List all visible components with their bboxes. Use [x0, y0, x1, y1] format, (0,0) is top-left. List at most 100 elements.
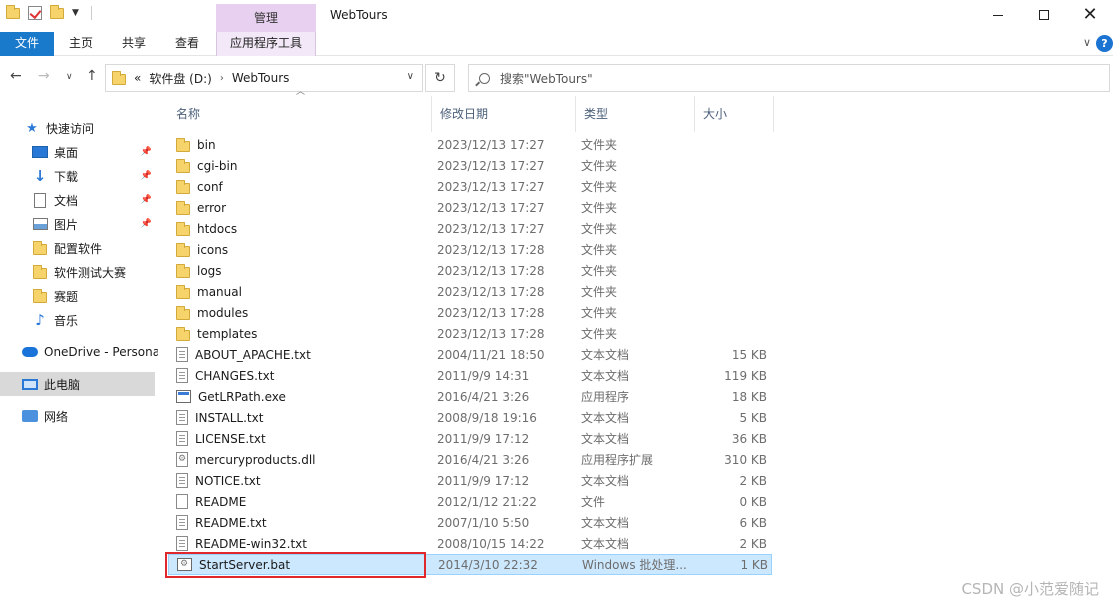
close-button[interactable]: ✕ [1067, 0, 1113, 30]
address-history-chevron-icon[interactable]: ∨ [407, 71, 414, 82]
contextual-tab-manage[interactable]: 管理 [216, 4, 316, 32]
file-name-cell[interactable]: cgi-bin [176, 158, 428, 173]
file-name-cell[interactable]: CHANGES.txt [176, 368, 428, 383]
file-type: 文件夹 [581, 222, 618, 236]
file-row[interactable]: templates 2023/12/13 17:28 文件夹 [168, 323, 772, 344]
file-name: ABOUT_APACHE.txt [195, 347, 311, 362]
sidebar-item-onedrive[interactable]: OneDrive - Persona [0, 340, 158, 364]
folder-icon [176, 200, 190, 215]
file-row[interactable]: conf 2023/12/13 17:27 文件夹 [168, 176, 772, 197]
file-name-cell[interactable]: manual [176, 284, 428, 299]
file-name-cell[interactable]: LICENSE.txt [176, 431, 428, 446]
breadcrumb-drive[interactable]: 软件盘 (D:) [149, 70, 211, 87]
expand-ribbon-chevron-icon[interactable]: ∨ [1083, 36, 1091, 49]
file-name-cell[interactable]: ABOUT_APACHE.txt [176, 347, 428, 362]
file-name-cell[interactable]: GetLRPath.exe [176, 390, 428, 404]
file-date: 2023/12/13 17:28 [437, 326, 545, 341]
file-row[interactable]: bin 2023/12/13 17:27 文件夹 [168, 134, 772, 155]
refresh-button[interactable]: ↻ [425, 64, 455, 92]
file-name-cell[interactable]: README.txt [176, 515, 428, 530]
file-date: 2008/9/18 19:16 [437, 410, 537, 425]
file-row[interactable]: LICENSE.txt 2011/9/9 17:12 文本文档 36 KB [168, 428, 772, 449]
file-name-cell[interactable]: INSTALL.txt [176, 410, 428, 425]
breadcrumb-folder[interactable]: WebTours [232, 71, 290, 85]
sidebar-item-music[interactable]: ♪ 音乐 [0, 308, 158, 332]
file-row[interactable]: error 2023/12/13 17:27 文件夹 [168, 197, 772, 218]
file-name-cell[interactable]: templates [176, 326, 428, 341]
pin-icon[interactable]: 📌 [141, 171, 152, 181]
breadcrumb-overflow[interactable]: « [134, 71, 141, 85]
file-name-cell[interactable]: error [176, 200, 428, 215]
search-box[interactable]: 搜索"WebTours" [468, 64, 1110, 92]
address-bar[interactable]: « 软件盘 (D:) › WebTours ∨ [105, 64, 423, 92]
pin-icon[interactable]: 📌 [141, 147, 152, 157]
file-name-cell[interactable]: logs [176, 263, 428, 278]
tab-file[interactable]: 文件 [0, 32, 54, 56]
file-name-cell[interactable]: mercuryproducts.dll [176, 452, 428, 467]
sidebar-item-downloads[interactable]: ↓ 下载 📌 [0, 164, 158, 188]
column-header-date[interactable]: 修改日期 [431, 96, 575, 132]
column-header-size[interactable]: 大小 [694, 96, 774, 132]
file-row[interactable]: ABOUT_APACHE.txt 2004/11/21 18:50 文本文档 15 K… [168, 344, 772, 365]
minimize-button[interactable] [975, 0, 1021, 30]
customize-toolbar-dropdown-icon[interactable]: ▼ [72, 8, 79, 18]
file-row[interactable]: GetLRPath.exe 2016/4/21 3:26 应用程序 18 KB [168, 386, 772, 407]
sidebar-item-config-software[interactable]: 配置软件 [0, 236, 158, 260]
column-header-name[interactable]: 名称 [168, 96, 431, 132]
file-name-cell[interactable]: bin [176, 137, 428, 152]
file-row[interactable]: cgi-bin 2023/12/13 17:27 文件夹 [168, 155, 772, 176]
sidebar-item-desktop[interactable]: 桌面 📌 [0, 140, 158, 164]
file-row[interactable]: NOTICE.txt 2011/9/9 17:12 文本文档 2 KB [168, 470, 772, 491]
file-row[interactable]: htdocs 2023/12/13 17:27 文件夹 [168, 218, 772, 239]
pin-icon[interactable]: 📌 [141, 219, 152, 229]
file-row[interactable]: icons 2023/12/13 17:28 文件夹 [168, 239, 772, 260]
folder-icon[interactable] [6, 4, 20, 19]
file-row[interactable]: INSTALL.txt 2008/9/18 19:16 文本文档 5 KB [168, 407, 772, 428]
sidebar-item-problems[interactable]: 赛题 [0, 284, 158, 308]
file-row[interactable]: logs 2023/12/13 17:28 文件夹 [168, 260, 772, 281]
folder-icon [32, 240, 48, 256]
file-row[interactable]: manual 2023/12/13 17:28 文件夹 [168, 281, 772, 302]
sidebar-item-test-contest[interactable]: 软件测试大赛 [0, 260, 158, 284]
file-row[interactable]: StartServer.bat 2014/3/10 22:32 Windows 批处… [168, 554, 772, 575]
new-folder-icon[interactable] [50, 4, 64, 19]
tab-home[interactable]: 主页 [62, 32, 100, 56]
file-row[interactable]: README-win32.txt 2008/10/15 14:22 文本文档 2 KB [168, 533, 772, 554]
tab-application-tools[interactable]: 应用程序工具 [216, 32, 316, 56]
file-row[interactable]: mercuryproducts.dll 2016/4/21 3:26 应用程序扩展 3… [168, 449, 772, 470]
sidebar-item-quick-access[interactable]: ★ 快速访问 [0, 116, 158, 140]
sidebar-item-network[interactable]: 网络 [0, 404, 158, 428]
batch-file-icon [177, 558, 192, 571]
breadcrumb-separator-icon[interactable]: › [220, 73, 224, 84]
file-name-cell[interactable]: icons [176, 242, 428, 257]
column-header-type[interactable]: 类型 [575, 96, 694, 132]
file-size: 6 KB [739, 515, 767, 530]
file-row[interactable]: README 2012/1/12 21:22 文件 0 KB [168, 491, 772, 512]
maximize-button[interactable] [1021, 0, 1067, 30]
file-row[interactable]: CHANGES.txt 2011/9/9 14:31 文本文档 119 KB [168, 365, 772, 386]
file-name-cell[interactable]: conf [176, 179, 428, 194]
toolbar-divider [90, 6, 92, 20]
folder-icon [176, 263, 190, 278]
recent-locations-chevron-icon[interactable]: ∨ [66, 72, 73, 82]
file-name-cell[interactable]: README-win32.txt [176, 536, 428, 551]
file-name-cell[interactable]: StartServer.bat [177, 558, 429, 572]
sidebar-item-this-pc[interactable]: 此电脑 [0, 372, 155, 396]
tab-share[interactable]: 共享 [115, 32, 153, 56]
help-icon[interactable]: ? [1096, 35, 1113, 52]
file-name-cell[interactable]: htdocs [176, 221, 428, 236]
forward-arrow-icon[interactable]: → [38, 68, 50, 84]
up-arrow-icon[interactable]: ↑ [86, 68, 98, 84]
pin-icon[interactable]: 📌 [141, 195, 152, 205]
file-name-cell[interactable]: modules [176, 305, 428, 320]
properties-icon[interactable] [28, 6, 42, 20]
file-name-cell[interactable]: README [176, 494, 428, 509]
file-row[interactable]: modules 2023/12/13 17:28 文件夹 [168, 302, 772, 323]
back-arrow-icon[interactable]: ← [10, 68, 22, 84]
file-name-cell[interactable]: NOTICE.txt [176, 473, 428, 488]
tab-view[interactable]: 查看 [168, 32, 206, 56]
sidebar-item-pictures[interactable]: 图片 📌 [0, 212, 158, 236]
file-type: 文件夹 [581, 180, 618, 194]
file-row[interactable]: README.txt 2007/1/10 5:50 文本文档 6 KB [168, 512, 772, 533]
sidebar-item-documents[interactable]: 文档 📌 [0, 188, 158, 212]
